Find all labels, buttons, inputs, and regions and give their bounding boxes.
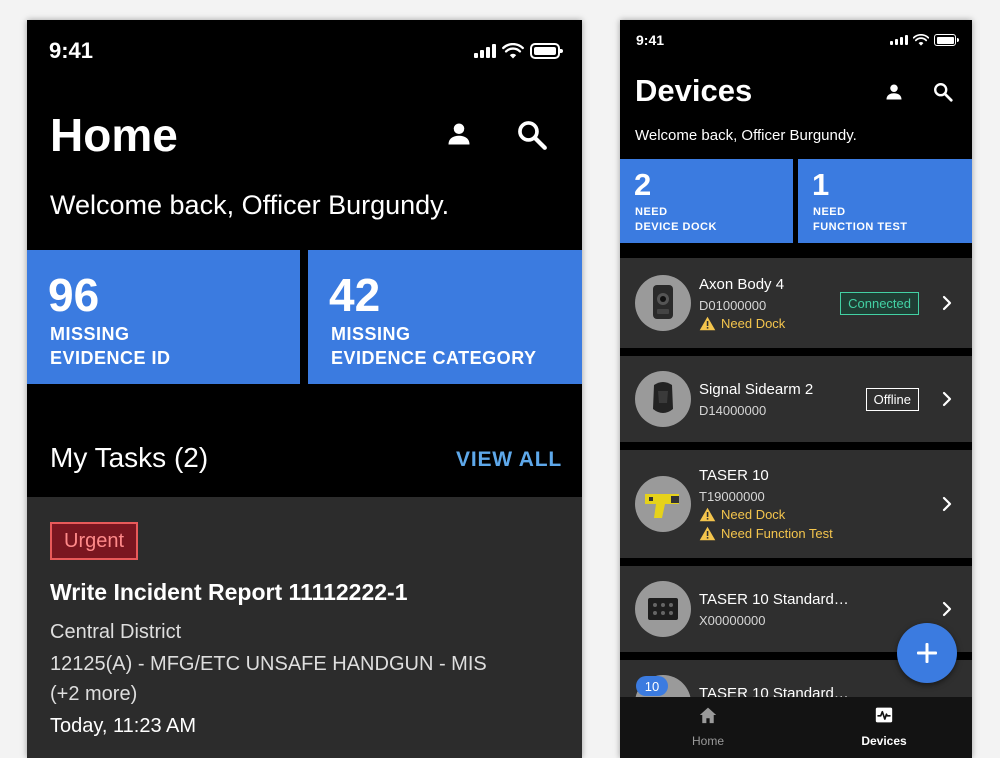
page-title: Home (50, 109, 178, 161)
tile-label-line1: NEED (635, 206, 668, 218)
device-row-taser-10[interactable]: TASER 10 T19000000 Need Dock Need Functi… (620, 450, 972, 558)
tile-label-line2: DEVICE DOCK (635, 221, 717, 233)
my-tasks-heading: My Tasks (2) (50, 442, 209, 473)
offline-status-badge: Offline (865, 388, 919, 411)
warning-row: Need Dock (699, 507, 785, 522)
device-name: TASER 10 (699, 467, 769, 484)
nav-home-label: Home (691, 734, 724, 748)
warning-text: Need Dock (721, 316, 786, 331)
add-device-button[interactable] (897, 623, 957, 683)
tile-count: 1 (812, 167, 830, 202)
plus-icon (917, 643, 937, 663)
task-title: Write Incident Report 11112222-1 (50, 579, 408, 605)
device-serial: D01000000 (699, 298, 767, 313)
chevron-right-icon[interactable] (942, 391, 952, 407)
chevron-right-icon[interactable] (942, 496, 952, 512)
warning-icon (699, 316, 716, 331)
page-title: Devices (635, 73, 753, 108)
device-name: Signal Sidearm 2 (699, 381, 814, 398)
profile-icon[interactable] (884, 82, 904, 102)
tile-count: 96 (48, 269, 100, 321)
status-time: 9:41 (49, 38, 94, 63)
tile-label-line1: MISSING (50, 324, 130, 344)
welcome-message: Welcome back, Officer Burgundy. (635, 127, 857, 144)
tile-label-line2: EVIDENCE ID (50, 348, 171, 368)
missing-evidence-category-tile[interactable]: 42 MISSING EVIDENCE CATEGORY (308, 250, 582, 384)
status-time: 9:41 (636, 32, 665, 48)
device-image-signal-sidearm (635, 371, 691, 427)
battery-icon (530, 43, 563, 59)
status-bar: 9:41 (620, 20, 972, 60)
home-icon (699, 707, 717, 724)
warning-icon (699, 526, 716, 541)
cellular-signal-icon (890, 35, 908, 45)
task-district: Central District (50, 621, 182, 643)
need-function-test-tile[interactable]: 1 NEED FUNCTION TEST (798, 159, 972, 243)
task-card[interactable]: Urgent Write Incident Report 11112222-1 … (27, 497, 582, 758)
devices-pulse-icon (875, 707, 893, 723)
connected-status-badge: Connected (840, 292, 919, 315)
tile-label-line2: EVIDENCE CATEGORY (331, 348, 537, 368)
search-icon[interactable] (932, 81, 954, 103)
warning-row: Need Dock (699, 316, 785, 331)
device-row-axon-body-4[interactable]: Axon Body 4 D01000000 Need Dock Connecte… (620, 258, 972, 348)
device-serial: T19000000 (699, 489, 765, 504)
chevron-right-icon[interactable] (942, 601, 952, 617)
welcome-message: Welcome back, Officer Burgundy. (50, 190, 450, 220)
tile-label-line2: FUNCTION TEST (813, 221, 908, 233)
bottom-navigation: Home Devices (620, 697, 972, 758)
nav-home[interactable]: Home (620, 697, 796, 758)
warning-icon (699, 507, 716, 522)
tile-label-line1: NEED (813, 206, 846, 218)
battery-icon (934, 34, 959, 46)
device-name: TASER 10 Standard… (699, 591, 849, 608)
wifi-icon (913, 34, 929, 46)
chevron-right-icon[interactable] (942, 295, 952, 311)
warning-text: Need Function Test (721, 526, 833, 541)
nav-devices[interactable]: Devices (796, 697, 972, 758)
cartridge-count-badge: 10 (636, 676, 668, 696)
search-icon[interactable] (515, 118, 549, 152)
tile-count: 42 (329, 269, 381, 321)
cellular-signal-icon (474, 44, 496, 58)
profile-icon[interactable] (445, 120, 473, 148)
warning-row: Need Function Test (699, 526, 833, 541)
status-bar: 9:41 (27, 20, 582, 82)
devices-screen: 9:41 Devices Welcome back, Officer Burgu… (620, 20, 972, 758)
wifi-icon (502, 43, 524, 59)
task-offense: 12125(A) - MFG/ETC UNSAFE HANDGUN - MIS (50, 653, 487, 675)
device-image-body-camera (635, 275, 691, 331)
device-serial: D14000000 (699, 403, 767, 418)
need-device-dock-tile[interactable]: 2 NEED DEVICE DOCK (620, 159, 793, 243)
nav-devices-label: Devices (861, 734, 907, 748)
device-image-taser (635, 476, 691, 532)
device-name: Axon Body 4 (699, 276, 785, 293)
missing-evidence-id-tile[interactable]: 96 MISSING EVIDENCE ID (27, 250, 300, 384)
view-all-link[interactable]: VIEW ALL (456, 448, 562, 472)
tile-count: 2 (634, 167, 652, 202)
warning-text: Need Dock (721, 507, 786, 522)
home-screen: 9:41 Home Welcome back, Officer Burgundy… (27, 20, 582, 758)
task-time: Today, 11:23 AM (50, 715, 197, 737)
device-image-taser-cartridge (635, 581, 691, 637)
device-row-signal-sidearm-2[interactable]: Signal Sidearm 2 D14000000 Offline (620, 356, 972, 442)
urgent-badge: Urgent (50, 522, 139, 560)
tile-label-line1: MISSING (331, 324, 411, 344)
task-more-count: (+2 more) (50, 683, 138, 705)
device-serial: X00000000 (699, 613, 766, 628)
